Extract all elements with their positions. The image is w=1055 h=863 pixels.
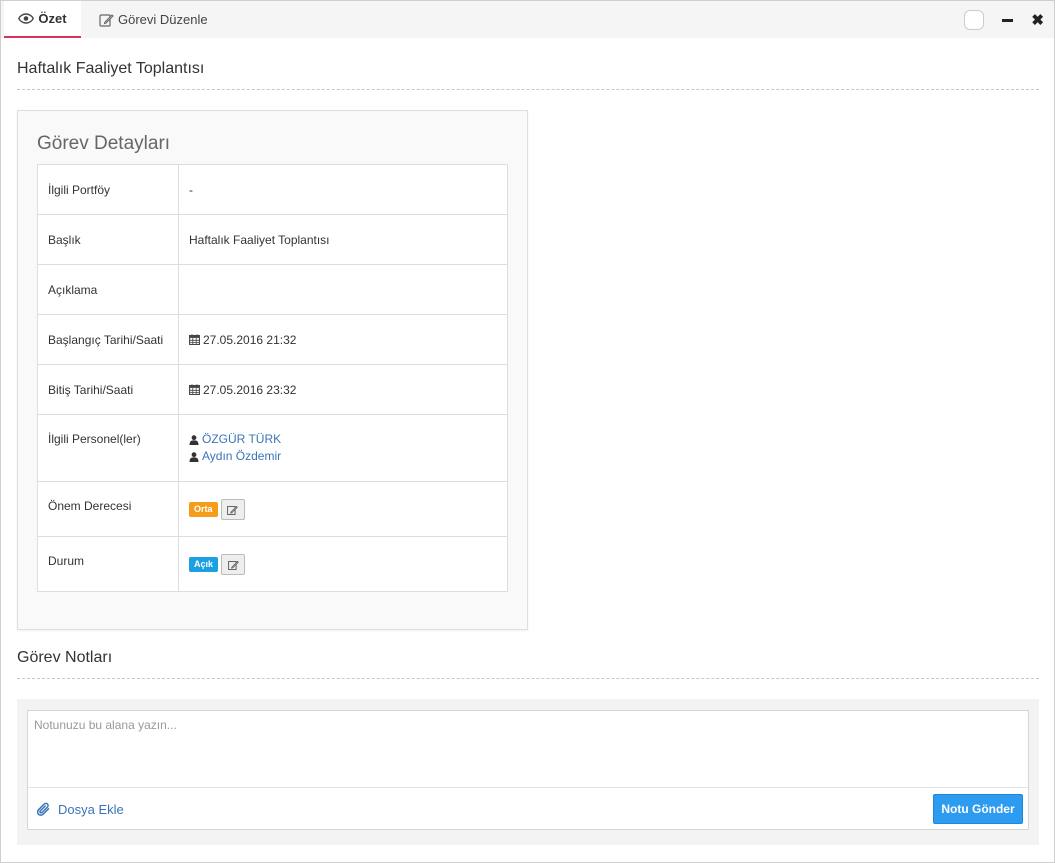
priority-badge: Orta xyxy=(189,502,218,517)
row-label: Başlık xyxy=(37,214,179,265)
start-date: 27.05.2016 21:32 xyxy=(189,333,296,347)
note-input[interactable] xyxy=(28,711,1028,788)
edit-status-button[interactable] xyxy=(221,554,246,575)
row-value: 27.05.2016 23:32 xyxy=(178,364,508,415)
details-title: Görev Detayları xyxy=(37,133,171,154)
notes-divider xyxy=(17,678,1039,679)
tab-edit-task[interactable]: Görevi Düzenle xyxy=(97,1,217,38)
table-row: Durum Açık xyxy=(37,536,508,592)
row-label: Önem Derecesi xyxy=(37,481,179,537)
task-window: Özet Görevi Düzenle ✖ Haftalık Faaliyet … xyxy=(0,0,1055,863)
eye-icon xyxy=(18,13,35,24)
note-composer: Dosya Ekle Notu Gönder xyxy=(27,710,1029,830)
edit-icon xyxy=(227,505,238,515)
tab-bar: Özet Görevi Düzenle ✖ xyxy=(1,1,1054,38)
end-date: 27.05.2016 23:32 xyxy=(189,383,296,397)
row-value: 27.05.2016 21:32 xyxy=(178,314,508,365)
title-divider xyxy=(17,89,1039,90)
row-value: ÖZGÜR TÜRK Aydın Özdemir xyxy=(178,414,508,482)
user-icon xyxy=(189,451,199,462)
maximize-button[interactable] xyxy=(964,10,985,30)
tab-edit-label: Görevi Düzenle xyxy=(118,12,208,27)
row-value xyxy=(178,264,508,315)
edit-icon xyxy=(227,560,239,570)
tab-summary-label: Özet xyxy=(38,11,67,26)
paperclip-icon xyxy=(37,802,50,816)
calendar-icon xyxy=(189,384,200,395)
row-value: - xyxy=(178,164,508,215)
edit-priority-button[interactable] xyxy=(220,499,245,520)
row-label: Açıklama xyxy=(37,264,179,315)
table-row: Önem Derecesi Orta xyxy=(37,481,508,537)
table-row: İlgili Portföy - xyxy=(37,164,508,215)
row-value: Açık xyxy=(178,536,508,592)
row-value: Haftalık Faaliyet Toplantısı xyxy=(178,214,508,265)
row-label: Bitiş Tarihi/Saati xyxy=(37,364,179,415)
close-icon: ✖ xyxy=(1031,11,1044,29)
person-link[interactable]: Aydın Özdemir xyxy=(189,448,497,465)
row-value: Orta xyxy=(178,481,508,537)
window-controls: ✖ xyxy=(964,10,1046,30)
row-label: İlgili Personel(ler) xyxy=(37,414,179,482)
user-icon xyxy=(189,434,199,445)
attach-file-link[interactable]: Dosya Ekle xyxy=(37,802,124,817)
table-row: Bitiş Tarihi/Saati 27.05.2016 23:32 xyxy=(37,364,508,415)
status-badge: Açık xyxy=(189,557,219,572)
page-title: Haftalık Faaliyet Toplantısı xyxy=(17,60,205,77)
send-note-button[interactable]: Notu Gönder xyxy=(933,794,1023,824)
row-label: İlgili Portföy xyxy=(37,164,179,215)
row-label: Başlangıç Tarihi/Saati xyxy=(37,314,179,365)
edit-icon xyxy=(99,13,114,27)
calendar-icon xyxy=(189,334,200,345)
minimize-button[interactable] xyxy=(1002,18,1014,22)
notes-title: Görev Notları xyxy=(17,649,113,666)
close-button[interactable]: ✖ xyxy=(1031,13,1044,28)
table-row: Açıklama xyxy=(37,264,508,315)
row-label: Durum xyxy=(37,536,179,592)
table-row: Başlangıç Tarihi/Saati 27.05.2016 21:32 xyxy=(37,314,508,365)
notes-section: Dosya Ekle Notu Gönder xyxy=(17,699,1039,845)
details-table: İlgili Portföy - Başlık Haftalık Faaliye… xyxy=(37,164,508,592)
table-row: Başlık Haftalık Faaliyet Toplantısı xyxy=(37,214,508,265)
task-details-panel: Görev Detayları İlgili Portföy - Başlık … xyxy=(17,110,528,630)
person-link[interactable]: ÖZGÜR TÜRK xyxy=(189,431,497,448)
table-row: İlgili Personel(ler) ÖZGÜR TÜRK Aydın Öz… xyxy=(37,414,508,482)
tab-summary[interactable]: Özet xyxy=(4,1,81,38)
